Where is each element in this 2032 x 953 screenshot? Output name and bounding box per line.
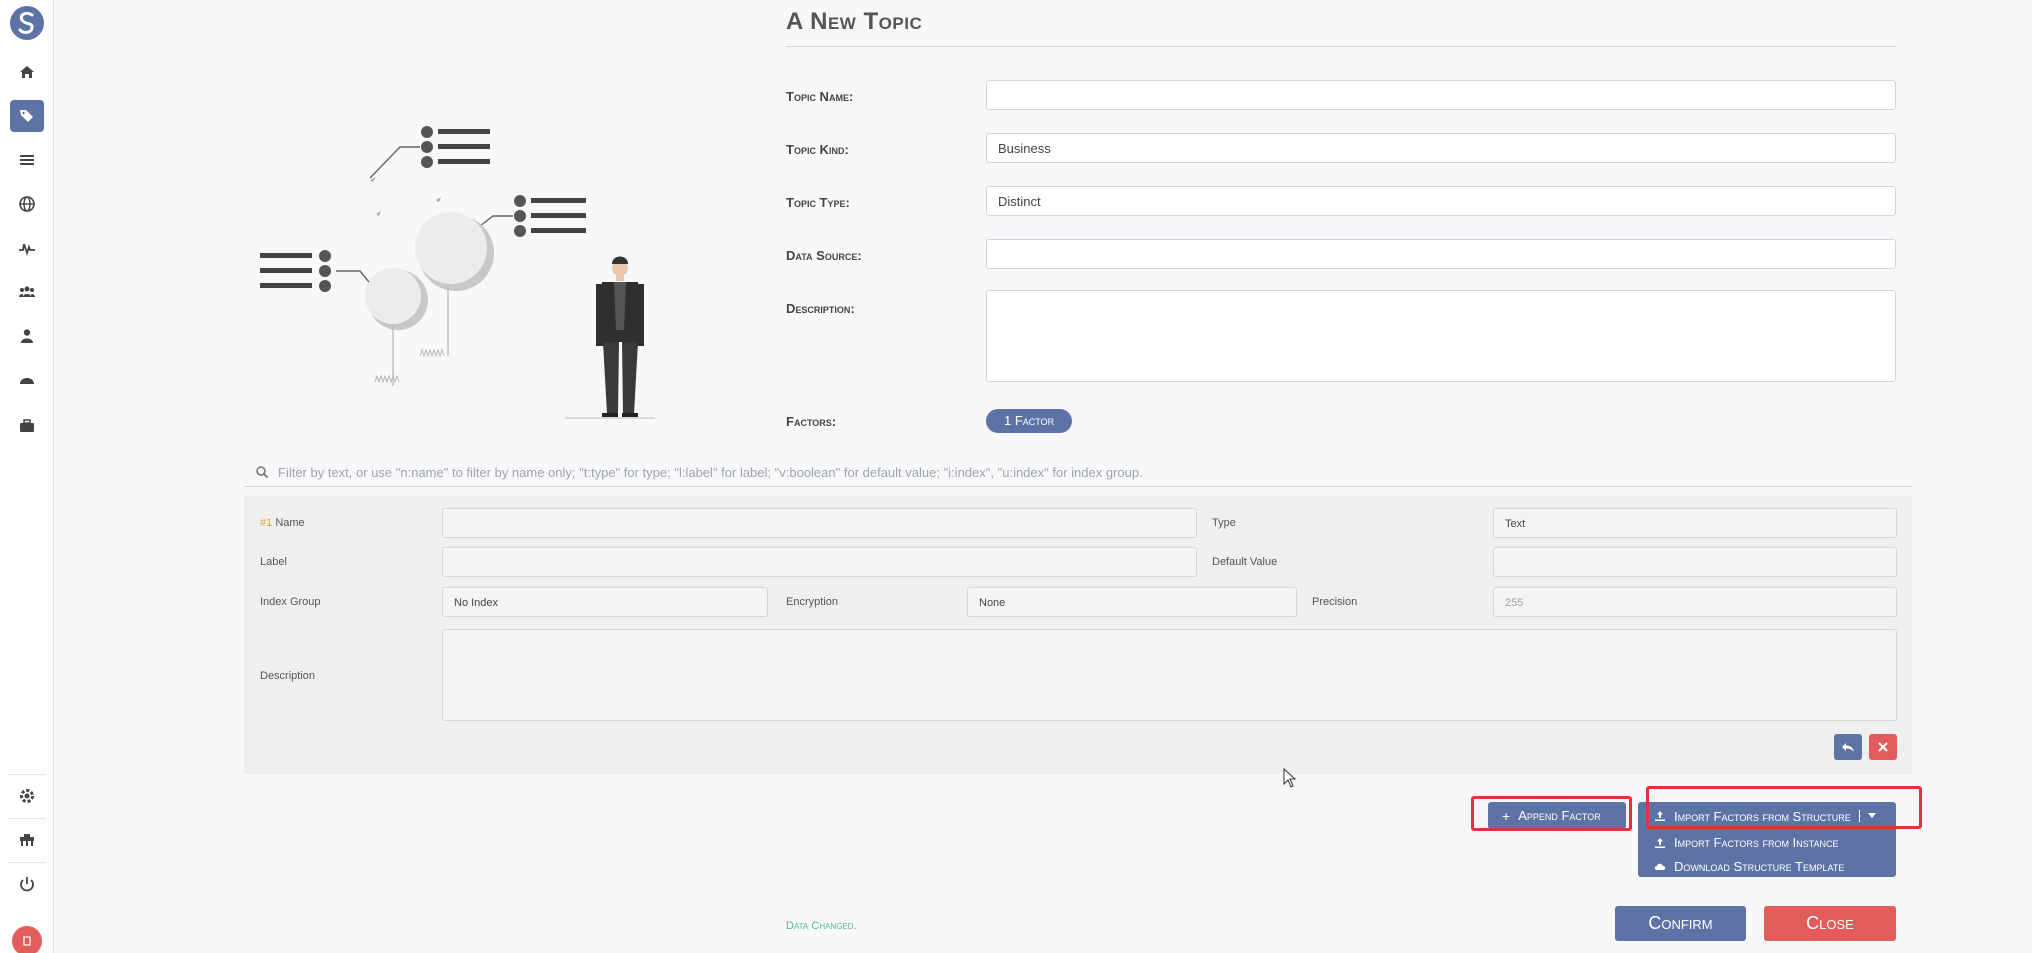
home-icon[interactable] xyxy=(10,56,44,88)
factor-encryption-label: Encryption xyxy=(786,596,838,608)
topic-name-label: Topic Name: xyxy=(786,89,854,104)
topic-kind-label: Topic Kind: xyxy=(786,142,849,157)
sidebar-divider xyxy=(8,774,46,775)
menu-item-import-instance[interactable]: Import Factors from Instance xyxy=(1654,835,1839,850)
search-icon xyxy=(256,466,269,479)
globe-icon[interactable] xyxy=(10,188,44,220)
factor-default-value-label: Default Value xyxy=(1212,556,1278,568)
append-factor-highlight xyxy=(1471,796,1632,831)
reply-icon xyxy=(1842,743,1854,752)
sidebar-divider xyxy=(8,818,46,819)
data-source-select[interactable] xyxy=(986,239,1896,269)
factors-label: Factors: xyxy=(786,414,837,429)
factor-number: #1 xyxy=(260,517,273,529)
topic-name-input[interactable] xyxy=(986,80,1896,110)
cloud-download-icon xyxy=(1654,863,1666,870)
description-label: Description: xyxy=(786,301,855,316)
confirm-button[interactable]: Confirm xyxy=(1615,906,1746,941)
network-icon[interactable] xyxy=(10,824,44,856)
title-divider xyxy=(786,46,1896,47)
status-message: Data Changed. xyxy=(786,920,857,932)
import-structure-highlight xyxy=(1646,786,1922,829)
topic-illustration xyxy=(250,110,670,430)
import-dropdown-menu: Import Factors from Instance Download St… xyxy=(1638,830,1896,877)
gear-icon[interactable] xyxy=(10,780,44,812)
filter-divider xyxy=(244,486,1912,487)
menu-item-download-template-label: Download Structure Template xyxy=(1674,859,1845,874)
close-button[interactable]: Close xyxy=(1764,906,1896,941)
close-icon xyxy=(1878,742,1888,752)
factor-type-label: Type xyxy=(1212,517,1236,529)
factor-description-label: Description xyxy=(260,670,316,682)
tags-icon[interactable] xyxy=(10,100,44,132)
factors-count-badge[interactable]: 1 Factor xyxy=(986,409,1073,433)
factor-precision-label: Precision xyxy=(1312,596,1358,608)
topic-type-label: Topic Type: xyxy=(786,195,850,210)
toolbox-icon[interactable] xyxy=(10,410,44,442)
factor-name-input[interactable] xyxy=(442,508,1197,538)
factor-index-group-select[interactable]: No Index xyxy=(442,587,768,617)
logo-icon[interactable] xyxy=(10,6,44,40)
factor-encryption-select[interactable]: None xyxy=(967,587,1297,617)
user-icon[interactable] xyxy=(10,320,44,352)
avatar[interactable] xyxy=(12,926,42,953)
upload-icon xyxy=(1655,837,1665,848)
sidebar xyxy=(0,0,54,953)
data-source-label: Data Source: xyxy=(786,248,862,263)
factor-default-value-input[interactable] xyxy=(1493,547,1897,577)
factor-description-textarea[interactable] xyxy=(442,629,1897,721)
factor-name-label: #1 Name xyxy=(260,517,305,529)
topic-kind-select[interactable]: Business xyxy=(986,133,1896,163)
pulse-icon[interactable] xyxy=(10,232,44,264)
list-icon[interactable] xyxy=(10,144,44,176)
factor-precision-input[interactable]: 255 xyxy=(1493,587,1897,617)
mouse-cursor-icon xyxy=(1283,768,1297,788)
topic-type-select[interactable]: Distinct xyxy=(986,186,1896,216)
power-icon[interactable] xyxy=(10,868,44,900)
factor-type-select[interactable]: Text xyxy=(1493,508,1897,538)
factor-label-input[interactable] xyxy=(442,547,1197,577)
dashboard-icon[interactable] xyxy=(10,364,44,396)
description-textarea[interactable] xyxy=(986,290,1896,382)
page-title: A New Topic xyxy=(786,8,923,35)
factor-name-label-text: Name xyxy=(275,517,305,529)
factor-editor-panel: #1 Name Type Text Label Default Value In… xyxy=(244,496,1912,774)
factor-filter-input[interactable]: Filter by text, or use "n:name" to filte… xyxy=(278,465,1143,480)
factor-label-label: Label xyxy=(260,556,287,568)
menu-item-download-template[interactable]: Download Structure Template xyxy=(1654,859,1844,874)
factor-reply-button[interactable] xyxy=(1834,734,1862,760)
menu-item-import-instance-label: Import Factors from Instance xyxy=(1674,835,1839,850)
factor-index-group-label: Index Group xyxy=(260,596,321,608)
sidebar-divider xyxy=(8,862,46,863)
users-icon[interactable] xyxy=(10,276,44,308)
factor-delete-button[interactable] xyxy=(1869,734,1897,760)
